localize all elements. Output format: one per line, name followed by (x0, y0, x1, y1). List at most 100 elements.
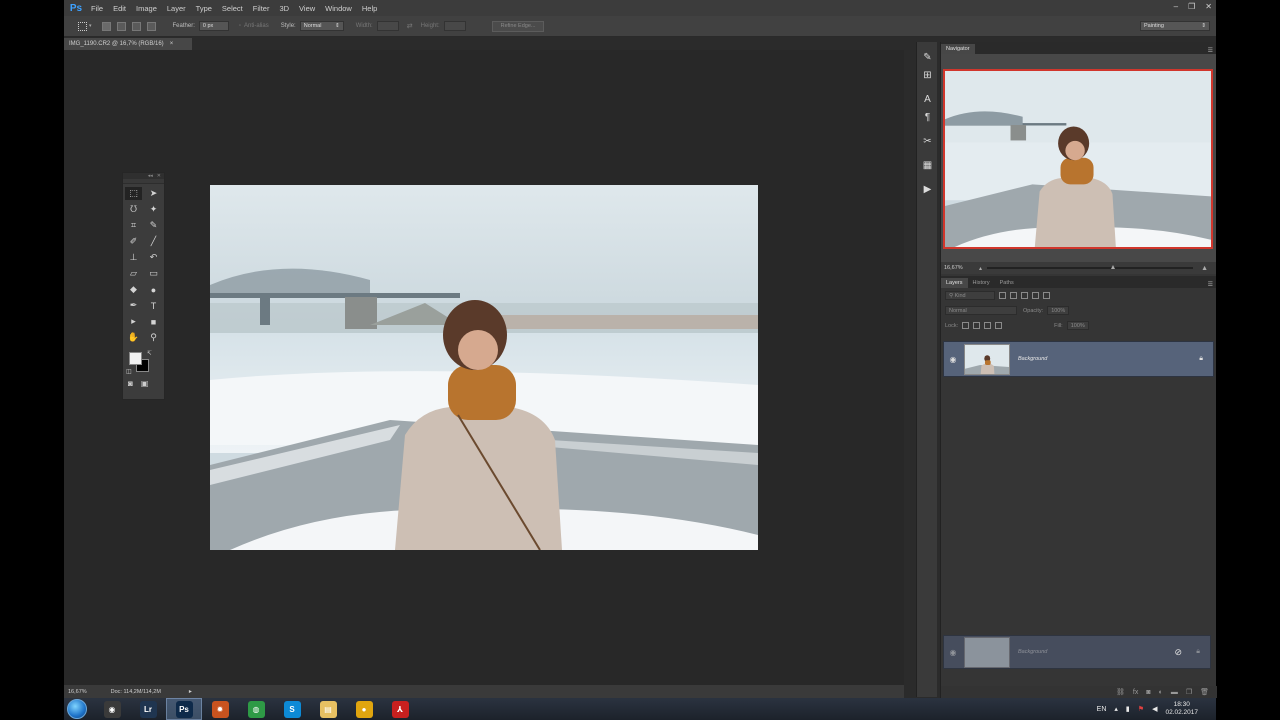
hand-tool-icon[interactable]: ✋ (125, 331, 142, 344)
lock-transparent-icon[interactable] (962, 322, 970, 329)
close-button[interactable]: ✕ (1205, 2, 1212, 11)
lock-image-icon[interactable] (973, 322, 981, 329)
new-layer-icon[interactable]: ❐ (1186, 688, 1192, 696)
antialias-checkbox-icon[interactable]: ▫ (239, 23, 241, 29)
layer-background[interactable]: ◉ Background 🔒︎ (943, 341, 1214, 377)
adjustment-layer-icon[interactable]: ◐ (1159, 689, 1163, 696)
gradient-tool-icon[interactable]: ▭ (145, 267, 162, 280)
menu-filter[interactable]: Filter (248, 4, 275, 13)
network-icon[interactable]: ▮ (1126, 705, 1130, 713)
swap-dimensions-icon[interactable]: ⇄ (407, 22, 413, 30)
filter-adjustment-icon[interactable] (1010, 292, 1017, 299)
quick-mask-icon[interactable]: ◙ (128, 379, 133, 388)
language-indicator[interactable]: EN (1097, 706, 1107, 713)
start-button[interactable] (64, 698, 90, 720)
zoom-tool-icon[interactable]: ⚲ (145, 331, 162, 344)
document-image[interactable] (210, 185, 758, 550)
foreground-color-swatch[interactable] (129, 352, 142, 365)
lock-position-icon[interactable] (984, 322, 992, 329)
rectangular-marquee-icon[interactable]: ⬚ (125, 187, 142, 200)
height-input[interactable] (443, 21, 466, 31)
fill-input[interactable]: 100% (1066, 321, 1089, 330)
menu-select[interactable]: Select (217, 4, 248, 13)
rectangle-tool-icon[interactable]: ■ (145, 315, 162, 328)
taskbar-settings[interactable]: ✹ (202, 698, 238, 720)
swap-colors-icon[interactable]: ↸ (147, 350, 152, 357)
flag-icon[interactable]: ⚑ (1138, 705, 1144, 713)
swatches-panel-icon[interactable]: ▦ (917, 156, 938, 174)
lock-all-icon[interactable] (995, 322, 1003, 329)
dodge-tool-icon[interactable]: ● (145, 283, 162, 296)
move-tool-icon[interactable]: ➤ (145, 187, 162, 200)
character-panel-icon[interactable]: A (917, 90, 938, 108)
opacity-input[interactable]: 100% (1047, 306, 1070, 315)
taskbar-explorer[interactable]: ▤ (310, 698, 346, 720)
taskbar-lightroom[interactable]: Lr (130, 698, 166, 720)
refine-edge-button[interactable]: Refine Edge... (491, 20, 545, 32)
filter-kind-select[interactable]: ⚲ Kind (945, 291, 995, 300)
tab-layers[interactable]: Layers (941, 278, 968, 288)
eraser-icon[interactable]: ▱ (125, 267, 142, 280)
zoom-out-icon[interactable]: ▴ (979, 265, 982, 272)
menu-file[interactable]: File (86, 4, 108, 13)
lasso-tool-icon[interactable]: ᘮ (125, 203, 142, 216)
type-tool-icon[interactable]: T (145, 299, 162, 312)
screen-mode-icon[interactable]: ▣ (141, 379, 149, 388)
menu-view[interactable]: View (294, 4, 320, 13)
workspace-select[interactable]: Painting ⇕ (1140, 21, 1210, 31)
new-selection-icon[interactable] (101, 21, 111, 31)
menu-type[interactable]: Type (191, 4, 217, 13)
visibility-eye-icon[interactable]: ◉ (944, 355, 962, 364)
default-colors-icon[interactable]: ◫ (126, 368, 132, 375)
navigator-preview[interactable] (943, 69, 1213, 249)
tool-presets-icon[interactable]: ✂ (917, 132, 938, 150)
brush-presets-icon[interactable]: ✎ (917, 48, 938, 66)
brush-tool-icon[interactable]: ╱ (145, 235, 162, 248)
add-selection-icon[interactable] (116, 21, 126, 31)
history-brush-icon[interactable]: ↶ (145, 251, 162, 264)
layer-name[interactable]: Background (1018, 356, 1047, 362)
blend-mode-select[interactable]: Normal (945, 306, 1017, 315)
tab-history[interactable]: History (968, 278, 995, 288)
path-selection-icon[interactable]: ▸ (125, 315, 142, 328)
menu-layer[interactable]: Layer (162, 4, 191, 13)
preset-arrow-icon[interactable]: ▾ (89, 23, 92, 29)
status-menu-arrow-icon[interactable]: ▸ (189, 688, 192, 695)
style-select[interactable]: Normal ⇕ (299, 21, 344, 31)
paragraph-panel-icon[interactable]: ¶ (917, 108, 938, 126)
zoom-slider-handle[interactable] (1111, 265, 1115, 269)
taskbar-skype[interactable]: S (274, 698, 310, 720)
volume-icon[interactable]: ◀ (1152, 705, 1157, 713)
filter-pixel-icon[interactable] (999, 292, 1006, 299)
panel-menu-icon[interactable]: ☰ (1208, 47, 1216, 54)
width-input[interactable] (376, 21, 399, 31)
delete-layer-icon[interactable]: 🗑︎ (1200, 688, 1209, 696)
layers-menu-icon[interactable]: ☰ (1208, 281, 1216, 288)
menu-help[interactable]: Help (357, 4, 382, 13)
feather-input[interactable]: 0 px (198, 21, 229, 31)
taskbar-acrobat[interactable]: ⅄ (382, 698, 418, 720)
document-close-icon[interactable]: × (170, 41, 174, 47)
tray-arrow-icon[interactable]: ▴ (1114, 705, 1118, 713)
layer-style-icon[interactable]: fx (1133, 689, 1138, 696)
quick-selection-icon[interactable]: ✦ (145, 203, 162, 216)
menu-3d[interactable]: 3D (274, 4, 294, 13)
eyedropper-icon[interactable]: ✎ (145, 219, 162, 232)
menu-window[interactable]: Window (320, 4, 357, 13)
filter-shape-icon[interactable] (1032, 292, 1039, 299)
taskbar-photoshop[interactable]: Ps (166, 698, 202, 720)
tab-navigator[interactable]: Navigator (941, 44, 975, 54)
pen-tool-icon[interactable]: ✒ (125, 299, 142, 312)
subtract-selection-icon[interactable] (131, 21, 141, 31)
canvas-area[interactable]: ◂◂✕ ⬚ ➤ ᘮ ✦ ⌗ ✎ ✐ ╱ ⊥ ↶ ▱ ▭ ◆ ● ✒ T ▸ ■ (64, 50, 904, 685)
taskbar-chrome[interactable]: ◍ (238, 698, 274, 720)
filter-smart-object-icon[interactable] (1043, 292, 1050, 299)
zoom-level[interactable]: 16,67% (68, 689, 87, 695)
document-tab[interactable]: IMG_1190.CR2 @ 16,7% (RGB/16) × (64, 38, 192, 50)
filter-type-icon[interactable] (1021, 292, 1028, 299)
actions-panel-icon[interactable]: ▶ (917, 180, 938, 198)
intersect-selection-icon[interactable] (146, 21, 156, 31)
tab-paths[interactable]: Paths (995, 278, 1019, 288)
layer-lock-icon[interactable]: 🔒︎ (1199, 355, 1203, 363)
taskbar-app-yellow[interactable]: ● (346, 698, 382, 720)
